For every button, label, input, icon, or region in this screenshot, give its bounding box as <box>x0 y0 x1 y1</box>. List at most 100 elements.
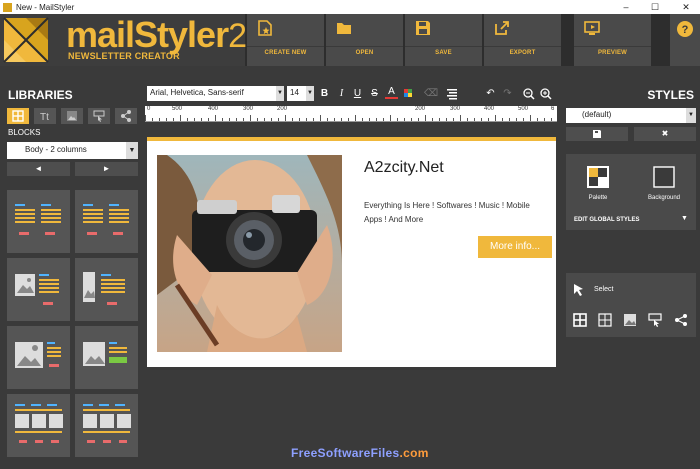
tab-blocks[interactable] <box>7 108 29 124</box>
maximize-button[interactable]: ☐ <box>643 0 667 14</box>
block-image-text-button[interactable] <box>75 326 138 389</box>
palette-label: Palette <box>588 195 608 201</box>
save-label: SAVE <box>435 50 452 56</box>
columns-icon[interactable] <box>598 313 612 327</box>
delete-style-button[interactable]: ✖ <box>634 127 696 141</box>
global-styles-box: Palette Background EDIT GLOBAL STYLES ▼ <box>566 154 696 230</box>
format-toolbar: Arial, Helvetica, Sans-serif ▼ 14 ▼ B I … <box>145 80 560 106</box>
block-preview-icon <box>83 272 125 305</box>
image-icon[interactable] <box>623 313 637 327</box>
ruler-mark <box>285 115 286 121</box>
svg-text:Tt: Tt <box>40 112 49 123</box>
canvas-area: A2zcity.Net Everything Is Here ! Softwar… <box>145 122 557 469</box>
background-label: Background <box>647 195 681 201</box>
font-size-select[interactable]: 14 ▼ <box>287 86 314 101</box>
ruler-mark <box>250 115 251 121</box>
share-icon[interactable] <box>674 313 688 327</box>
background-color-icon[interactable] <box>402 86 415 101</box>
create-new-label: CREATE NEW <box>264 50 307 56</box>
undo-icon[interactable]: ↶ <box>484 86 497 101</box>
logo-subtitle: NEWSLETTER CREATOR <box>68 51 180 61</box>
libraries-title: LIBRARIES <box>8 88 73 102</box>
italic-button[interactable]: I <box>335 86 348 101</box>
chevron-down-icon: ▼ <box>126 142 138 159</box>
button-pointer-icon <box>93 110 105 122</box>
block-three-images-alt[interactable] <box>75 394 138 457</box>
ruler-mark <box>299 118 300 121</box>
palette-icon[interactable] <box>587 166 609 188</box>
help-button[interactable]: ? <box>670 14 700 66</box>
preview-button[interactable]: PREVIEW <box>574 14 651 66</box>
font-color-button[interactable]: A <box>385 86 398 99</box>
select-label: Select <box>594 286 614 293</box>
zoom-out-icon[interactable] <box>522 86 535 101</box>
ruler-mark <box>194 118 195 121</box>
ruler-mark <box>355 115 356 121</box>
block-preview-icon <box>15 204 61 235</box>
app-header: mailStyler2 NEWSLETTER CREATOR CREATE NE… <box>0 14 700 66</box>
save-button[interactable]: SAVE <box>405 14 482 66</box>
ruler-mark <box>180 115 181 121</box>
ruler-mark <box>215 115 216 121</box>
blocks-select[interactable]: Body - 2 columns ▼ <box>7 142 138 159</box>
prev-blocks-button[interactable]: ◄ <box>7 162 70 176</box>
export-icon <box>495 21 509 35</box>
email-title[interactable]: A2zcity.Net <box>364 159 444 177</box>
help-icon: ? <box>677 21 693 37</box>
save-icon <box>416 21 430 35</box>
block-large-image-text[interactable] <box>7 326 70 389</box>
open-button[interactable]: OPEN <box>326 14 403 66</box>
block-preview-icon <box>83 404 131 443</box>
block-image-text[interactable] <box>7 258 70 321</box>
bold-button[interactable]: B <box>318 86 331 101</box>
ruler-mark <box>481 118 482 121</box>
edit-global-styles-button[interactable]: EDIT GLOBAL STYLES <box>574 217 640 223</box>
block-preview-icon <box>15 342 61 368</box>
ruler-mark <box>243 118 244 121</box>
ruler-tick: 500 <box>518 106 529 112</box>
grid-icon[interactable] <box>573 313 587 327</box>
email-body-text[interactable]: Everything Is Here ! Softwares ! Music !… <box>364 199 549 227</box>
tab-images[interactable] <box>61 108 83 124</box>
open-label: OPEN <box>355 50 374 56</box>
close-button[interactable]: ✕ <box>674 0 698 14</box>
ruler-mark <box>320 115 321 121</box>
ruler-mark <box>495 115 496 121</box>
block-two-columns-text[interactable] <box>7 190 70 253</box>
save-icon <box>593 130 601 138</box>
eraser-icon[interactable]: ⌫ <box>424 86 438 101</box>
strikethrough-button[interactable]: S <box>368 86 381 101</box>
more-info-button[interactable]: More info... <box>478 236 552 258</box>
tab-buttons[interactable] <box>88 108 110 124</box>
background-icon[interactable] <box>653 166 675 188</box>
style-select[interactable]: (default) ▼ <box>566 108 696 123</box>
mailstyler-window: New - MailStyler – ☐ ✕ mailStyler2 NEWSL… <box>0 0 700 469</box>
minimize-button[interactable]: – <box>614 0 638 14</box>
ruler-mark <box>509 118 510 121</box>
chevron-down-icon: ▼ <box>276 86 284 101</box>
font-family-select[interactable]: Arial, Helvetica, Sans-serif ▼ <box>147 86 284 101</box>
underline-button[interactable]: U <box>351 86 364 101</box>
photo-image[interactable] <box>157 155 342 352</box>
ruler-mark <box>306 118 307 121</box>
cursor-icon[interactable] <box>572 283 586 297</box>
create-new-button[interactable]: CREATE NEW <box>247 14 324 66</box>
chevron-down-icon[interactable]: ▼ <box>681 215 688 222</box>
tab-text[interactable]: Tt <box>34 108 56 124</box>
zoom-in-icon[interactable] <box>539 86 552 101</box>
save-style-button[interactable] <box>566 127 628 141</box>
ruler-mark <box>292 118 293 121</box>
next-blocks-button[interactable]: ► <box>75 162 138 176</box>
button-pointer-icon[interactable] <box>648 313 662 327</box>
ruler-mark <box>159 118 160 121</box>
block-three-images[interactable] <box>7 394 70 457</box>
tab-social[interactable] <box>115 108 137 124</box>
block-two-columns-text-alt[interactable] <box>75 190 138 253</box>
align-icon[interactable] <box>445 86 458 101</box>
email-body-block[interactable]: A2zcity.Net Everything Is Here ! Softwar… <box>147 137 556 367</box>
ruler-mark <box>432 118 433 121</box>
font-family-value: Arial, Helvetica, Sans-serif <box>150 88 244 97</box>
export-button[interactable]: EXPORT <box>484 14 561 66</box>
redo-icon[interactable]: ↷ <box>501 86 514 101</box>
block-image-text-tall[interactable] <box>75 258 138 321</box>
